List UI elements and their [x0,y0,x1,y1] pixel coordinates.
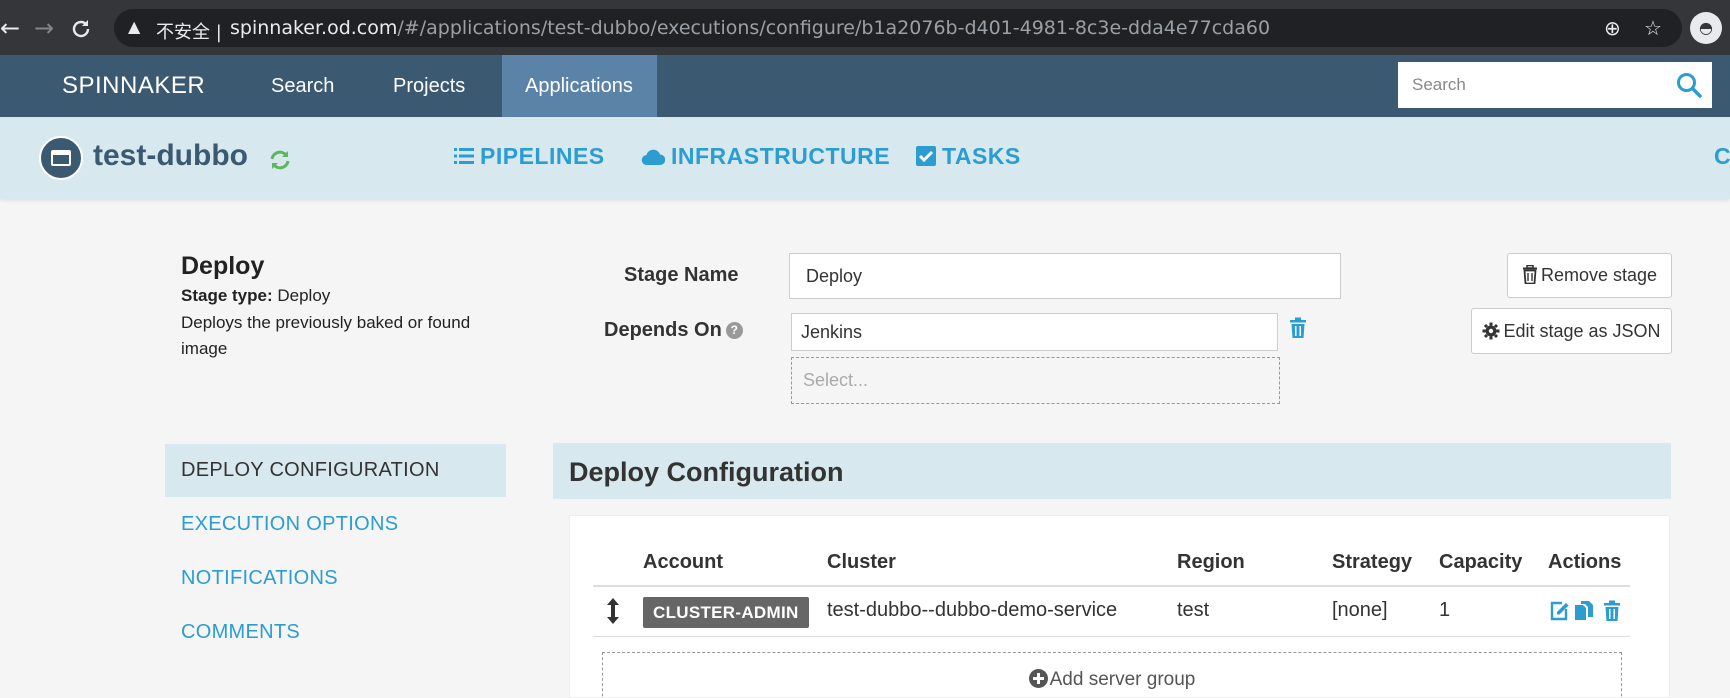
table-row-divider [593,636,1630,637]
column-capacity: Capacity [1439,551,1523,573]
search-icon[interactable] [1674,70,1704,100]
delete-icon[interactable] [1602,600,1622,622]
add-server-group-label: Add server group [1049,669,1196,690]
side-menu-comments[interactable]: COMMENTS [165,606,506,659]
side-menu-notifications[interactable]: NOTIFICATIONS [165,552,506,605]
global-search [1398,62,1712,108]
cluster-cell: test-dubbo--dubbo-demo-service [827,599,1118,621]
address-bar[interactable]: ▲ 不安全 | spinnaker.od.com/#/applications/… [114,9,1682,47]
side-menu-execution-options[interactable]: EXECUTION OPTIONS [165,498,506,551]
reload-icon[interactable] [70,14,92,46]
capacity-cell: 1 [1439,599,1451,621]
checkbox-icon [916,146,936,166]
stage-name-label: Stage Name [624,264,739,286]
brand-logo[interactable]: SPINNAKER [62,72,205,100]
column-account: Account [643,551,723,573]
table-header-divider [593,585,1630,587]
deploy-configuration-title: Deploy Configuration [569,457,844,487]
stage-type-label: Stage type: [181,286,273,305]
column-actions: Actions [1548,551,1622,573]
application-header: test-dubbo PIPELINES INFRASTRUCTURE TASK… [0,117,1730,199]
stage-name-input[interactable] [789,253,1341,299]
list-icon [454,148,474,164]
back-icon[interactable]: ← [0,14,20,42]
stage-title: Deploy [181,252,265,280]
insecure-label: 不安全 | [156,22,222,43]
nav-applications[interactable]: Applications [502,55,657,117]
browser-toolbar: ← → ▲ 不安全 | spinnaker.od.com/#/applicati… [0,0,1730,55]
incognito-icon[interactable]: ◓ [1690,12,1722,44]
refresh-icon[interactable] [268,148,292,172]
cloud-icon [641,149,666,166]
nav-projects[interactable]: Projects [370,55,488,117]
remove-stage-label: Remove stage [1540,265,1658,285]
edit-stage-json-button[interactable]: Edit stage as JSON [1471,308,1672,354]
stage-description: Deploys the previously baked or found im… [181,313,471,358]
drag-handle-icon[interactable] [605,598,621,624]
nav-search[interactable]: Search [248,55,357,117]
add-server-group-button[interactable]: Add server group [602,652,1622,698]
tab-infrastructure[interactable]: INFRASTRUCTURE [641,143,890,170]
copy-icon[interactable] [1574,600,1594,622]
depends-on-select[interactable]: Select... [791,357,1280,404]
app-header: SPINNAKER Search Projects Applications [0,55,1730,117]
edit-icon[interactable] [1549,600,1569,622]
deploy-configuration-header: Deploy Configuration [553,443,1671,499]
application-name: test-dubbo [93,139,248,172]
strategy-cell: [none] [1332,599,1388,621]
star-icon[interactable]: ☆ [1644,16,1662,40]
tab-infrastructure-label: INFRASTRUCTURE [671,143,891,169]
forward-icon[interactable]: → [34,14,54,42]
warning-icon: ▲ [128,17,141,36]
help-icon[interactable]: ? [725,322,743,339]
url-path: /#/applications/test-dubbo/executions/co… [397,17,1271,39]
url-host: spinnaker.od.com [230,17,398,39]
depends-on-label-text: Depends On [604,319,722,341]
trash-icon [1522,264,1537,285]
tab-pipelines[interactable]: PIPELINES [454,143,605,170]
depends-on-tag: Jenkins [791,313,1278,351]
url-text[interactable]: spinnaker.od.com/#/applications/test-dub… [230,17,1270,39]
tab-tasks-label: TASKS [942,143,1021,169]
trash-icon[interactable] [1288,317,1308,339]
tab-pipelines-label: PIPELINES [480,143,605,169]
search-input[interactable] [1398,62,1668,108]
remove-stage-button[interactable]: Remove stage [1507,253,1672,298]
column-cluster: Cluster [827,551,896,573]
gear-icon [1482,322,1500,340]
zoom-icon[interactable]: ⊕ [1604,16,1621,40]
column-region: Region [1177,551,1245,573]
plus-circle-icon [1028,669,1048,688]
application-icon [39,136,83,180]
side-menu-deploy-configuration[interactable]: DEPLOY CONFIGURATION [165,444,506,497]
depends-on-label: Depends On? [604,319,743,342]
column-strategy: Strategy [1332,551,1413,573]
edit-stage-json-label: Edit stage as JSON [1503,321,1661,341]
account-badge: CLUSTER-ADMIN [643,597,809,628]
stage-type-value: Deploy [277,286,331,305]
stage-type: Stage type: Deploy [181,286,330,306]
region-cell: test [1177,599,1210,621]
tab-config-truncated[interactable]: C [1714,143,1730,170]
tab-tasks[interactable]: TASKS [916,143,1021,170]
